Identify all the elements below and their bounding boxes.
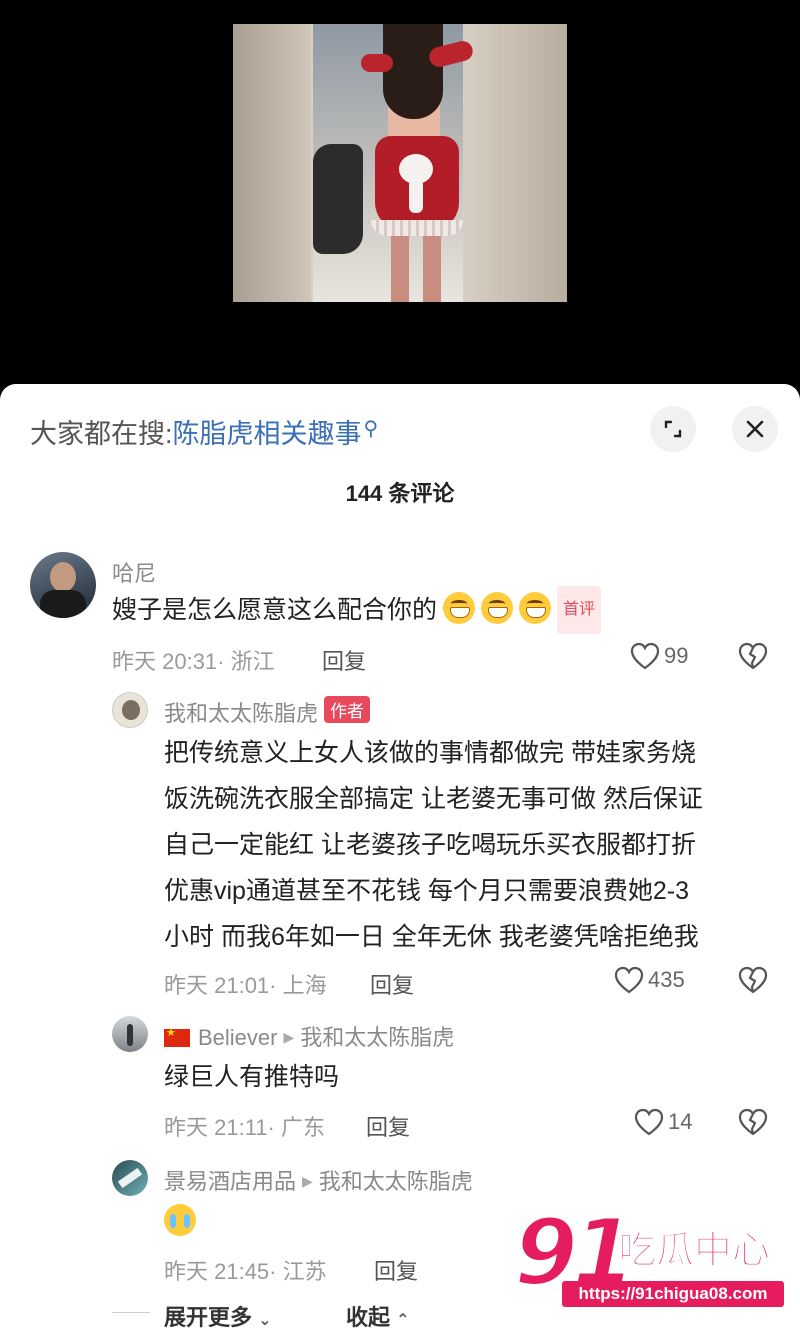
watermark-name: 吃瓜中心 [617, 1230, 771, 1273]
heart-icon [634, 1108, 664, 1136]
close-icon [746, 420, 764, 438]
reply-button[interactable]: 回复 [374, 1254, 418, 1286]
reply-arrow-icon: ▶ [302, 1173, 313, 1189]
comment-meta: 昨天 20:31· 浙江 [112, 649, 275, 674]
search-suggestion-query[interactable]: 陈脂虎相关趣事 [173, 419, 362, 449]
crying-emoji-icon [164, 1204, 196, 1236]
comment-meta: 昨天 21:11· 广东 [164, 1115, 325, 1140]
like-count: 99 [664, 643, 689, 668]
expand-button[interactable] [650, 406, 696, 452]
grin-emoji-icon [519, 592, 552, 624]
photo-figure-hair [383, 24, 443, 119]
comment-username[interactable]: 我和太太陈脂虎 作者 [164, 696, 371, 728]
avatar-figure-body [40, 590, 86, 618]
comment-text: 嫂子是怎么愿意这么配合你的 首评 [112, 586, 602, 634]
first-comment-badge: 首评 [557, 586, 602, 634]
heart-icon [614, 966, 644, 994]
watermark-url: https://91chigua08.com [562, 1281, 784, 1307]
photo-figure-lace [371, 220, 463, 236]
reply-button[interactable]: 回复 [370, 968, 414, 1000]
broken-heart-icon [738, 642, 768, 670]
author-name[interactable]: 我和太太陈脂虎 [164, 701, 318, 726]
comment-text: 绿巨人有推特吗 [164, 1063, 340, 1091]
like-button[interactable]: 435 [614, 966, 685, 994]
search-icon[interactable]: ⚲ [364, 418, 379, 440]
comment-text-line: 小时 而我6年如一日 全年无休 我老婆凭啥拒绝我 [164, 923, 699, 951]
comment-meta: 昨天 21:01· 上海 [164, 973, 327, 998]
reply-arrow-icon: ▶ [283, 1029, 295, 1045]
commenter-name[interactable]: 景易酒店用品 [164, 1169, 296, 1194]
photo-figure-leg-right [423, 236, 441, 302]
photo-wall-left [233, 24, 311, 302]
post-photo[interactable] [233, 24, 567, 302]
comment-sheet: 大家都在搜:陈脂虎相关趣事 ⚲ 144 条评论 哈尼 嫂子是怎么愿意这么配合你的 首… [0, 384, 800, 1342]
grin-emoji-icon [443, 592, 476, 624]
dislike-button[interactable] [738, 1108, 768, 1141]
search-suggestion-prefix: 大家都在搜: [30, 419, 173, 449]
expand-icon [664, 420, 682, 438]
commenter-name[interactable]: Believer [198, 1025, 277, 1050]
reply-button[interactable]: 回复 [366, 1110, 410, 1142]
avatar[interactable] [112, 692, 148, 728]
expand-more-label: 展开更多 [164, 1305, 253, 1330]
china-flag-icon [164, 1026, 190, 1047]
broken-heart-icon [738, 966, 768, 994]
comment-text-line: 饭洗碗洗衣服全部搞定 让老婆无事可做 然后保证 [164, 785, 703, 813]
photo-figure-leg-left [391, 236, 409, 302]
avatar[interactable] [112, 1016, 148, 1052]
collapse-button[interactable]: 收起 ⌃ [346, 1300, 410, 1332]
reply-target[interactable]: 我和太太陈脂虎 [300, 1025, 454, 1050]
photo-figure-arm-left [361, 54, 393, 72]
comment-username[interactable]: Believer ▶ 我和太太陈脂虎 [164, 1020, 454, 1052]
comment-text-line: 自己一定能红 让老婆孩子吃喝玩乐买衣服都打折 [164, 831, 696, 859]
comment-username[interactable]: 景易酒店用品 ▶ 我和太太陈脂虎 [164, 1164, 473, 1196]
dislike-button[interactable] [738, 642, 768, 675]
avatar-figure [50, 562, 76, 592]
comment-count: 144 条评论 [345, 481, 455, 506]
heart-icon [630, 642, 660, 670]
chevron-up-icon: ⌃ [396, 1312, 410, 1329]
like-count: 435 [648, 967, 685, 992]
expand-more-button[interactable]: 展开更多 ⌄ [164, 1300, 272, 1332]
comment-username[interactable]: 哈尼 [112, 556, 156, 588]
dislike-button[interactable] [738, 966, 768, 999]
comment-meta: 昨天 21:45· 江苏 [164, 1259, 327, 1284]
comment-text [164, 1204, 196, 1241]
like-button[interactable]: 99 [630, 642, 688, 670]
comment-text-line: 优惠vip通道甚至不花钱 每个月只需要浪费她2-3 [164, 877, 690, 905]
media-viewer[interactable] [0, 0, 800, 392]
chevron-down-icon: ⌄ [258, 1312, 272, 1329]
avatar[interactable] [30, 552, 96, 618]
reply-target[interactable]: 我和太太陈脂虎 [319, 1169, 473, 1194]
avatar-figure [122, 700, 140, 720]
like-count: 14 [668, 1109, 693, 1134]
author-badge: 作者 [324, 696, 371, 723]
photo-wall-right [463, 24, 567, 302]
thread-divider [112, 1312, 150, 1313]
like-button[interactable]: 14 [634, 1108, 692, 1136]
comment-text-line: 把传统意义上女人该做的事情都做完 带娃家务烧 [164, 739, 696, 767]
search-suggestion[interactable]: 大家都在搜:陈脂虎相关趣事 ⚲ [30, 412, 378, 451]
photo-coat [313, 144, 363, 254]
collapse-label: 收起 [346, 1305, 391, 1330]
grin-emoji-icon [481, 592, 514, 624]
comment-text-body: 嫂子是怎么愿意这么配合你的 [112, 596, 438, 624]
avatar-figure [117, 1167, 143, 1189]
avatar-figure [127, 1024, 133, 1046]
photo-figure-bow-tail [409, 179, 423, 213]
broken-heart-icon [738, 1108, 768, 1136]
site-watermark: 91 吃瓜中心 https://91chigua08.com [512, 1198, 786, 1311]
avatar[interactable] [112, 1160, 148, 1196]
close-button[interactable] [732, 406, 778, 452]
reply-button[interactable]: 回复 [322, 644, 366, 676]
